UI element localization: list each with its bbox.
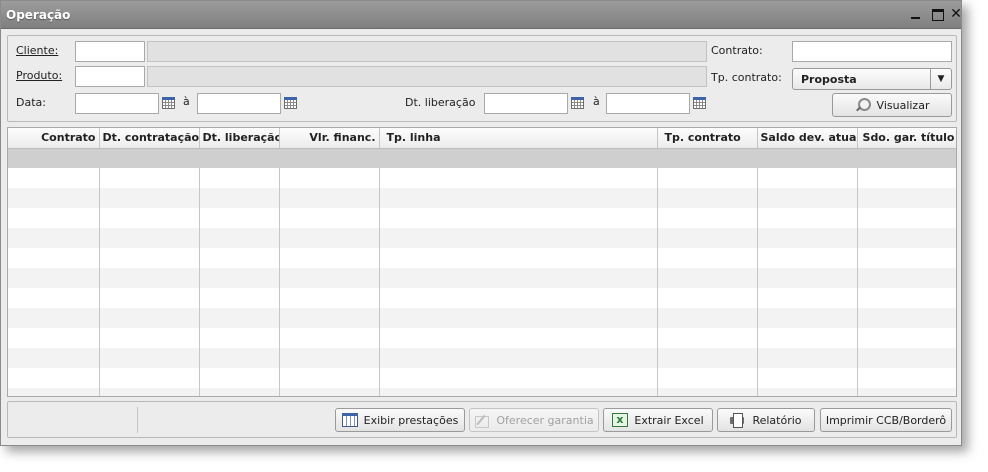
extrair-excel-button[interactable]: Extrair Excel bbox=[603, 408, 713, 432]
visualizar-button[interactable]: Visualizar bbox=[832, 93, 952, 117]
printer-icon bbox=[730, 413, 746, 428]
table-row[interactable] bbox=[8, 208, 956, 228]
table-row[interactable] bbox=[8, 228, 956, 248]
visualizar-label: Visualizar bbox=[876, 98, 930, 112]
produto-label: Produto: bbox=[16, 69, 63, 82]
close-icon[interactable]: ✕ bbox=[949, 7, 963, 21]
oferecer-garantia-label: Oferecer garantia bbox=[496, 413, 594, 427]
imprimir-ccb-button[interactable]: Imprimir CCB/Borderô bbox=[820, 408, 952, 432]
col-tp-contrato[interactable]: Tp. contrato bbox=[657, 128, 758, 149]
table-row[interactable] bbox=[8, 268, 956, 288]
col-dt-contratacao[interactable]: Dt. contratação bbox=[99, 128, 200, 149]
table-row[interactable] bbox=[8, 348, 956, 368]
col-dt-liberacao[interactable]: Dt. liberação bbox=[199, 128, 280, 149]
oferecer-garantia-button[interactable]: Oferecer garantia bbox=[469, 408, 599, 432]
maximize-icon[interactable] bbox=[930, 7, 944, 21]
tp-contrato-select[interactable]: Proposta ▼ bbox=[792, 68, 952, 90]
extrair-excel-label: Extrair Excel bbox=[634, 413, 704, 427]
excel-icon bbox=[612, 413, 629, 427]
imprimir-ccb-label: Imprimir CCB/Borderô bbox=[825, 413, 947, 427]
window-title: Operação bbox=[6, 8, 71, 22]
calendar-grid-icon bbox=[341, 413, 358, 427]
dt-liberacao-fim-input[interactable] bbox=[606, 93, 690, 114]
table-row[interactable] bbox=[8, 248, 956, 268]
calendar-icon[interactable] bbox=[284, 97, 297, 109]
dt-liberacao-sep: à bbox=[593, 95, 600, 108]
contrato-input[interactable] bbox=[792, 41, 952, 62]
table-row[interactable] bbox=[8, 308, 956, 328]
contrato-label: Contrato: bbox=[711, 44, 763, 57]
chevron-down-icon[interactable]: ▼ bbox=[930, 69, 951, 89]
table-row[interactable] bbox=[8, 148, 956, 168]
operacao-window: Operação ✕ Cliente: Contrato: Produto: T… bbox=[0, 0, 962, 446]
exibir-prestacoes-label: Exibir prestações bbox=[363, 413, 459, 427]
col-tp-linha[interactable]: Tp. linha bbox=[379, 128, 658, 149]
operations-table[interactable]: Contrato Dt. contratação Dt. liberação V… bbox=[7, 127, 957, 397]
table-row[interactable] bbox=[8, 368, 956, 388]
title-bar[interactable]: Operação ✕ bbox=[1, 1, 963, 29]
data-fim-input[interactable] bbox=[197, 93, 281, 114]
calendar-icon[interactable] bbox=[162, 97, 175, 109]
table-row[interactable] bbox=[8, 388, 956, 396]
divider bbox=[137, 407, 138, 433]
minimize-icon[interactable] bbox=[909, 7, 923, 21]
table-header: Contrato Dt. contratação Dt. liberação V… bbox=[8, 128, 956, 149]
produto-code-input[interactable] bbox=[75, 66, 145, 87]
data-sep: à bbox=[183, 95, 190, 108]
col-contrato[interactable]: Contrato bbox=[8, 128, 100, 149]
cliente-label: Cliente: bbox=[16, 44, 59, 57]
col-saldo-dev-atual[interactable]: Saldo dev. atual bbox=[757, 128, 858, 149]
magnifier-icon bbox=[855, 98, 871, 112]
col-sdo-gar-titulo[interactable]: Sdo. gar. título bbox=[857, 128, 956, 149]
exibir-prestacoes-button[interactable]: Exibir prestações bbox=[335, 408, 465, 432]
tp-contrato-label: Tp. contrato: bbox=[711, 71, 782, 84]
produto-name-display bbox=[147, 66, 707, 87]
cliente-code-input[interactable] bbox=[75, 41, 145, 62]
data-label: Data: bbox=[16, 96, 46, 109]
relatorio-button[interactable]: Relatório bbox=[717, 408, 815, 432]
cliente-name-display bbox=[147, 41, 707, 62]
calendar-icon[interactable] bbox=[693, 97, 706, 109]
tp-contrato-value: Proposta bbox=[801, 73, 857, 86]
relatorio-label: Relatório bbox=[752, 413, 802, 427]
table-row[interactable] bbox=[8, 328, 956, 348]
dt-liberacao-inicio-input[interactable] bbox=[484, 93, 568, 114]
table-row[interactable] bbox=[8, 168, 956, 188]
col-vlr-financ[interactable]: Vlr. financ. bbox=[279, 128, 380, 149]
table-row[interactable] bbox=[8, 188, 956, 208]
pen-icon bbox=[474, 413, 490, 428]
action-bar: Exibir prestações Oferecer garantia Extr… bbox=[7, 401, 957, 438]
calendar-icon[interactable] bbox=[571, 97, 584, 109]
dt-liberacao-label: Dt. liberação bbox=[405, 96, 476, 109]
filter-panel: Cliente: Contrato: Produto: Tp. contrato… bbox=[7, 35, 957, 122]
table-row[interactable] bbox=[8, 288, 956, 308]
data-inicio-input[interactable] bbox=[75, 93, 159, 114]
